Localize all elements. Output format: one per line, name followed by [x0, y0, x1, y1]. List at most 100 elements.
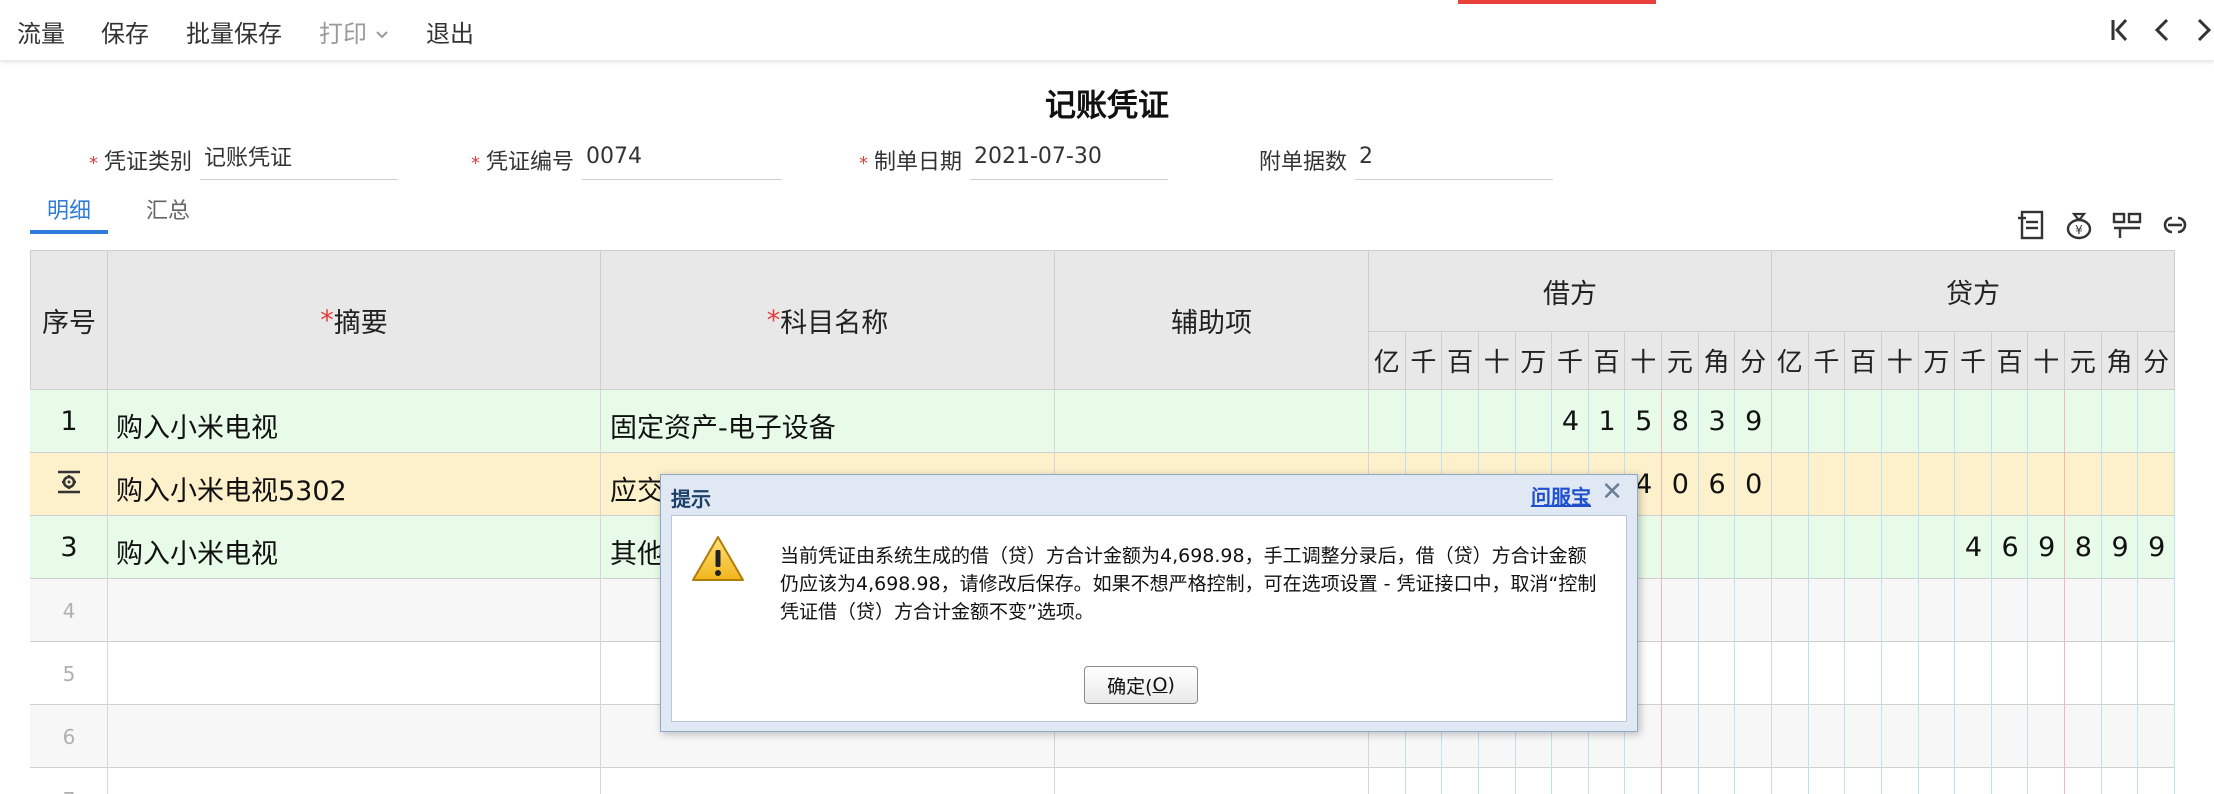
header-credit: 贷方	[1772, 250, 2175, 332]
debit-unit-header: 千	[1405, 332, 1443, 390]
header-debit: 借方	[1369, 250, 1772, 332]
voucher-number-value[interactable]: 0074	[582, 140, 782, 180]
debit-digit: 3	[1708, 406, 1726, 437]
tab-summary[interactable]: 汇总	[146, 193, 190, 225]
digit-divider	[1954, 390, 1956, 794]
svg-text:¥: ¥	[2075, 223, 2083, 237]
digit-divider	[1807, 390, 1809, 794]
debit-unit-header: 分	[1735, 332, 1772, 390]
voucher-number-field[interactable]: * 凭证编号 0074	[471, 140, 782, 180]
row-number: 5	[62, 662, 76, 686]
attachments-field[interactable]: 附单据数 2	[1259, 140, 1553, 180]
list-icon[interactable]	[2014, 208, 2048, 242]
money-bag-icon[interactable]: ¥	[2062, 208, 2096, 242]
debit-digit: 0	[1745, 469, 1763, 500]
summary-cell[interactable]: 购入小米电视	[116, 532, 278, 571]
debit-digit: 5	[1635, 406, 1653, 437]
header-seq: 序号	[30, 250, 108, 390]
date-field[interactable]: * 制单日期 2021-07-30	[859, 140, 1168, 180]
save-button[interactable]: 保存	[101, 14, 149, 49]
row-number: 7	[30, 788, 108, 794]
column-divider	[600, 390, 601, 794]
digit-divider	[1990, 390, 1992, 794]
summary-cell[interactable]: 购入小米电视5302	[116, 469, 347, 508]
voucher-type-value[interactable]: 记账凭证	[200, 140, 398, 180]
warning-icon	[692, 536, 744, 581]
credit-digit: 8	[2074, 532, 2092, 563]
date-value[interactable]: 2021-07-30	[970, 140, 1168, 180]
row-number: 3	[60, 532, 78, 563]
account-cell[interactable]: 固定资产-电子设备	[610, 406, 836, 445]
header-summary: * 摘要	[108, 250, 601, 390]
dialog-body: 当前凭证由系统生成的借（贷）方合计金额为4,698.98，手工调整分录后，借（贷…	[671, 515, 1627, 722]
credit-unit-header: 亿	[1772, 332, 1809, 390]
attachments-label: 附单据数	[1258, 150, 1347, 175]
exit-button[interactable]: 退出	[426, 14, 474, 49]
active-indicator	[1458, 0, 1656, 4]
credit-digit: 9	[2111, 532, 2129, 563]
layout-icon[interactable]	[2110, 208, 2144, 242]
credit-digit: 9	[2038, 532, 2056, 563]
debit-digit: 1	[1598, 406, 1616, 437]
digit-divider	[1917, 390, 1919, 794]
row-settings-icon[interactable]	[55, 468, 83, 496]
column-divider	[1771, 390, 1772, 794]
attachments-value[interactable]: 2	[1355, 140, 1553, 180]
help-link[interactable]: 问服宝	[1531, 481, 1591, 510]
row-number: 1	[60, 406, 78, 437]
print-label: 打印	[319, 20, 367, 48]
credit-unit-header: 元	[2065, 332, 2102, 390]
debit-unit-header: 十	[1625, 332, 1663, 390]
flow-button[interactable]: 流量	[17, 14, 65, 49]
batch-save-button[interactable]: 批量保存	[186, 14, 282, 49]
ok-button[interactable]: 确定(O)	[1084, 666, 1198, 704]
credit-unit-header: 百	[1845, 332, 1882, 390]
table-row[interactable]	[30, 768, 2175, 794]
credit-unit-header: 万	[1918, 332, 1956, 390]
dialog-title: 提示	[671, 487, 711, 511]
debit-unit-header: 百	[1442, 332, 1479, 390]
next-page-icon[interactable]	[2190, 12, 2214, 48]
account-cell[interactable]: 其他	[610, 532, 664, 571]
first-page-icon[interactable]	[2106, 12, 2136, 48]
digit-divider	[1697, 390, 1699, 794]
credit-digit: 9	[2148, 532, 2166, 563]
previous-page-icon[interactable]	[2148, 12, 2178, 48]
account-cell[interactable]: 应交	[610, 469, 664, 508]
voucher-type-field[interactable]: * 凭证类别 记账凭证	[89, 140, 398, 180]
tab-detail[interactable]: 明细	[30, 193, 108, 225]
summary-cell[interactable]: 购入小米电视	[116, 406, 278, 445]
page-title: 记账凭证	[1045, 88, 1169, 124]
header-account: * 科目名称	[601, 250, 1055, 390]
debit-unit-header: 千	[1552, 332, 1589, 390]
digit-divider	[2064, 390, 2066, 794]
digit-divider	[2137, 390, 2139, 794]
voucher-number-label: * 凭证编号	[470, 150, 574, 175]
debit-digit: 8	[1671, 406, 1689, 437]
debit-unit-header: 万	[1515, 332, 1553, 390]
close-icon[interactable]: ✕	[1601, 477, 1623, 507]
digit-divider	[2027, 390, 2029, 794]
row-number: 6	[62, 725, 76, 749]
row-number: 4	[62, 599, 76, 623]
credit-unit-header: 分	[2138, 332, 2175, 390]
print-button[interactable]: 打印	[319, 14, 389, 49]
debit-unit-header: 元	[1662, 332, 1699, 390]
digit-divider	[1844, 390, 1846, 794]
credit-unit-header: 千	[1955, 332, 1992, 390]
date-label: * 制单日期	[858, 150, 962, 175]
digit-divider	[2174, 390, 2175, 794]
debit-digit: 6	[1708, 469, 1726, 500]
link-icon[interactable]	[2158, 208, 2192, 242]
digit-divider	[1661, 390, 1663, 794]
debit-digit: 0	[1671, 469, 1689, 500]
credit-unit-header: 十	[2028, 332, 2066, 390]
digit-divider	[2100, 390, 2102, 794]
tab-active-underline	[30, 230, 108, 234]
debit-unit-header: 亿	[1369, 332, 1406, 390]
table-row[interactable]	[30, 390, 2175, 453]
debit-unit-header: 百	[1588, 332, 1626, 390]
debit-unit-header: 角	[1698, 332, 1736, 390]
toolbar: 流量 保存 批量保存 打印 退出	[0, 0, 2214, 60]
alert-dialog: 提示 问服宝 ✕ 当前凭证由系统生成的借（贷）方合计金额为4,698.98，手工…	[660, 474, 1638, 732]
